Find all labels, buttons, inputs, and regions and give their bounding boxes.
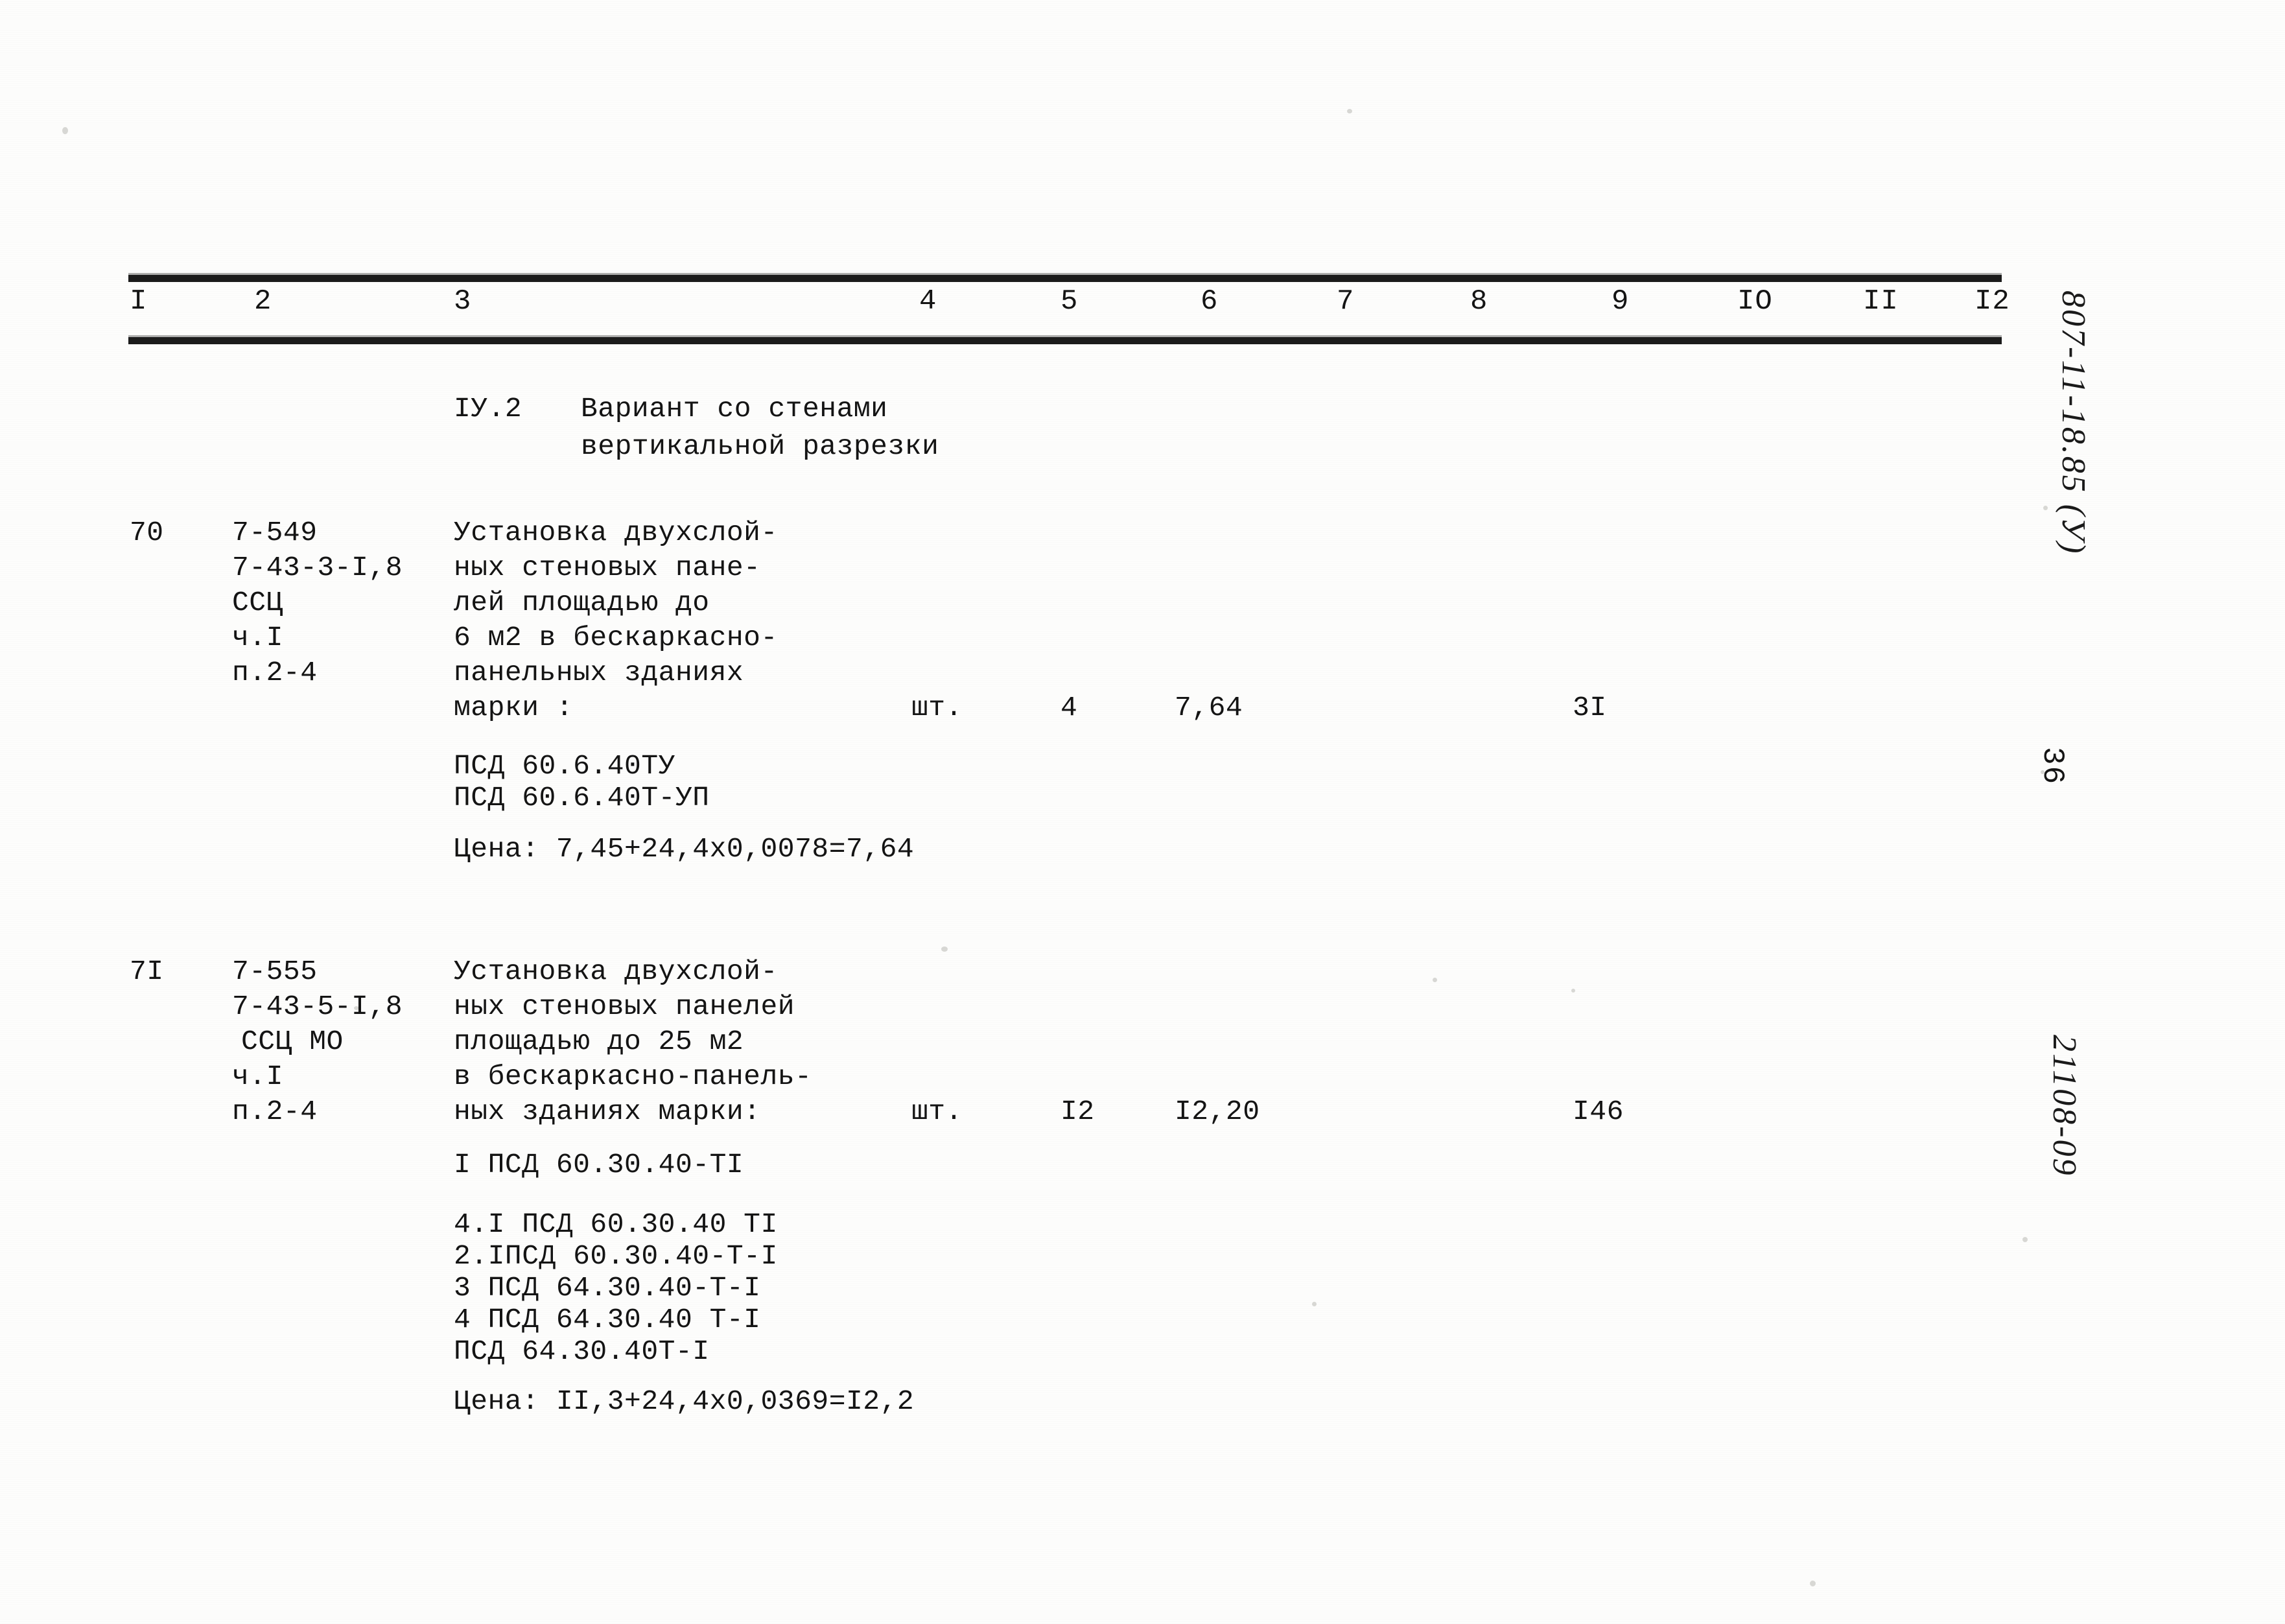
row-price-formula: Цена: 7,45+24,4х0,0078=7,64 (454, 833, 915, 865)
row-desc-line: Установка двухслой- (454, 517, 778, 548)
section-title-line1: Вариант со стенами (581, 393, 888, 425)
document-page: I 2 3 4 5 6 7 8 9 IO II I2 IУ.2 Вариант … (0, 0, 2285, 1624)
column-header-10: IO (1737, 285, 1773, 318)
scan-speck (941, 947, 948, 952)
row-desc-line: марки : (454, 692, 574, 724)
row-code-1: 7-43-5-I,8 (232, 991, 403, 1022)
row-price: I2,20 (1175, 1096, 1260, 1127)
column-header-3: 3 (454, 285, 472, 318)
row-total: I46 (1573, 1096, 1624, 1127)
column-header-12: I2 (1974, 285, 2010, 318)
row-desc-line: в бескаркасно-панель- (454, 1061, 812, 1092)
section-title-line2: вертикальной разрезки (581, 430, 939, 462)
row-code-4: п.2-4 (232, 1096, 318, 1127)
row-qty: 4 (1060, 692, 1078, 724)
row-code-4: п.2-4 (232, 657, 318, 688)
row-desc-line: ных стеновых панелей (454, 991, 795, 1022)
row-code-2: ССЦ (232, 587, 283, 618)
scan-speck (62, 127, 68, 134)
page-number: 36 (2035, 747, 2069, 786)
scan-speck (1433, 978, 1437, 982)
column-header-8: 8 (1470, 285, 1488, 318)
row-desc-line: панельных зданиях (454, 657, 744, 688)
row-code-0: 7-555 (232, 956, 318, 987)
column-header-11: II (1863, 285, 1899, 318)
scan-speck (2043, 506, 2048, 510)
row-desc-line: 6 м2 в бескаркасно- (454, 622, 778, 653)
row-code-1: 7-43-3-I,8 (232, 552, 403, 583)
row-number: 70 (130, 517, 164, 548)
row-mark-item: ПСД 64.30.40Т-I (454, 1336, 710, 1367)
row-desc-line: Установка двухслой- (454, 956, 778, 987)
column-header-5: 5 (1060, 285, 1079, 318)
column-header-7: 7 (1337, 285, 1355, 318)
scan-grain-overlay (0, 0, 2285, 1624)
column-header-1: I (130, 285, 148, 318)
row-mark-item: 4 ПСД 64.30.40 Т-I (454, 1304, 761, 1336)
row-mark-item: 3 ПСД 64.30.40-Т-I (454, 1272, 761, 1304)
row-desc-line: лей площадью до (454, 587, 710, 618)
table-rule-bottom (128, 335, 2002, 344)
column-header-4: 4 (919, 285, 937, 318)
section-number: IУ.2 (454, 393, 522, 425)
column-header-9: 9 (1611, 285, 1630, 318)
row-total: 3I (1573, 692, 1607, 724)
row-code-3: ч.I (232, 1061, 283, 1092)
scan-speck (2022, 1237, 2028, 1242)
row-price-formula: Цена: II,3+24,4х0,0369=I2,2 (454, 1385, 915, 1417)
row-mark-item: ПСД 60.6.40Т-УП (454, 782, 710, 814)
column-header-6: 6 (1201, 285, 1219, 318)
row-desc-line: ных стеновых пане- (454, 552, 761, 583)
column-header-2: 2 (254, 285, 272, 318)
row-desc-line: ных зданиях марки: (454, 1096, 761, 1127)
scan-speck (1312, 1302, 1317, 1306)
margin-stamp-top: 807-11-18.85 (У) (2055, 290, 2092, 556)
row-mark-item-first: I ПСД 60.30.40-ТI (454, 1149, 744, 1181)
row-qty: I2 (1060, 1096, 1095, 1127)
scan-speck (1810, 1581, 1816, 1586)
row-price: 7,64 (1175, 692, 1243, 724)
table-rule-top (128, 273, 2002, 282)
row-mark-item: ПСД 60.6.40ТУ (454, 750, 675, 782)
row-desc-line: площадью до 25 м2 (454, 1026, 744, 1057)
row-number: 7I (130, 956, 164, 987)
row-mark-item: 2.IПСД 60.30.40-Т-I (454, 1240, 778, 1272)
row-code-0: 7-549 (232, 517, 318, 548)
row-code-3: ч.I (232, 622, 283, 653)
row-mark-item: 4.I ПСД 60.30.40 ТI (454, 1208, 778, 1240)
row-code-2: ССЦ МО (241, 1026, 344, 1057)
scan-speck (1571, 989, 1575, 993)
margin-stamp-bottom: 21108-09 (2046, 1035, 2083, 1177)
row-unit: шт. (911, 1096, 963, 1127)
scan-speck (1347, 109, 1352, 113)
row-unit: шт. (911, 692, 963, 724)
